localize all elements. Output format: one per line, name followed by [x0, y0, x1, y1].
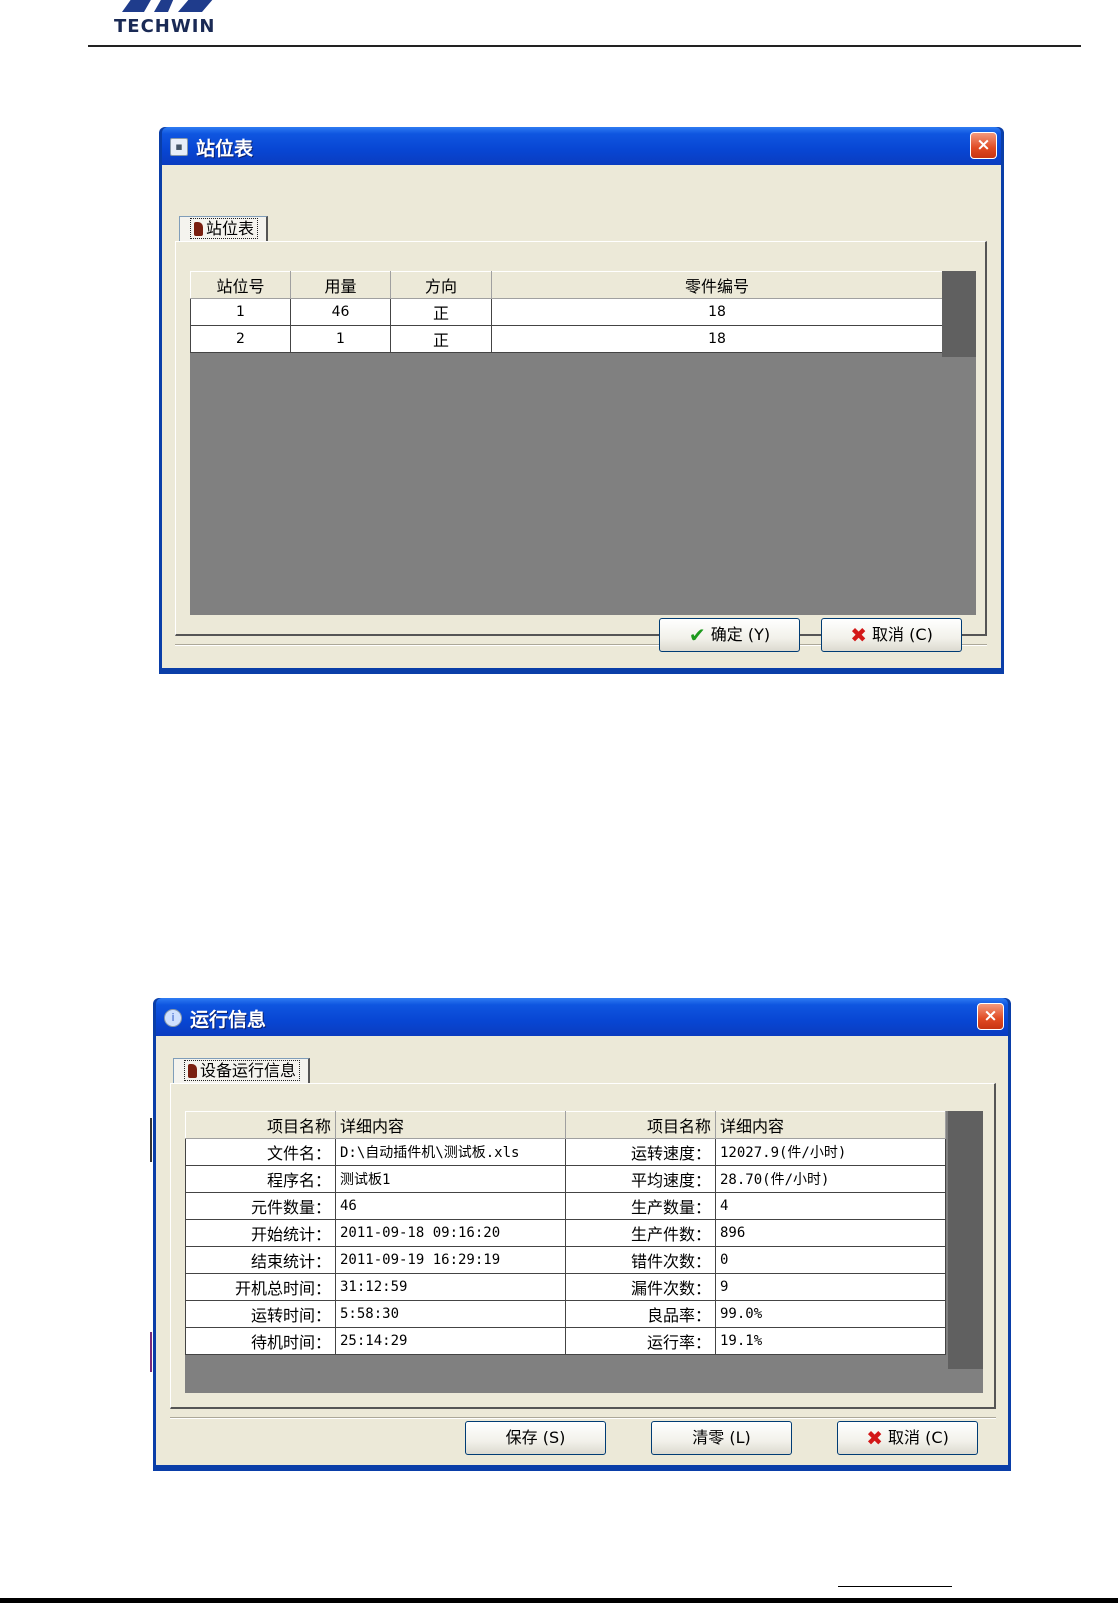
- cell-part-no[interactable]: 18: [491, 298, 943, 326]
- run-info-grid: 项目名称 详细内容 项目名称 详细内容 文件名： D:\自动插件机\测试板.xl…: [185, 1111, 983, 1393]
- table-row[interactable]: 文件名： D:\自动插件机\测试板.xls 运转速度： 12027.9(件/小时…: [185, 1138, 946, 1166]
- column-header[interactable]: 项目名称: [185, 1111, 336, 1139]
- clear-button[interactable]: 清零 (L): [651, 1421, 792, 1455]
- cell-label[interactable]: 生产数量：: [565, 1192, 716, 1220]
- table-row[interactable]: 结束统计： 2011-09-19 16:29:19 错件次数： 0: [185, 1246, 946, 1274]
- station-window-title: 站位表: [196, 138, 254, 160]
- techwin-logo: TECHWIN: [112, 0, 227, 40]
- cell-value[interactable]: 测试板1: [335, 1165, 566, 1193]
- tab-station[interactable]: 站位表: [179, 216, 269, 241]
- cell-usage[interactable]: 1: [290, 325, 391, 353]
- table-row[interactable]: 开机总时间： 31:12:59 漏件次数： 9: [185, 1273, 946, 1301]
- cell-value[interactable]: 9: [715, 1273, 946, 1301]
- run-info-window-title: 运行信息: [190, 1009, 267, 1031]
- grid-vscroll-shadow: [948, 1111, 983, 1369]
- cell-label[interactable]: 运行率：: [565, 1327, 716, 1355]
- cell-direction[interactable]: 正: [390, 298, 492, 326]
- column-header[interactable]: 站位号: [190, 271, 291, 299]
- save-button[interactable]: 保存 (S): [465, 1421, 606, 1455]
- table-row[interactable]: 元件数量： 46 生产数量： 4: [185, 1192, 946, 1220]
- cell-usage[interactable]: 46: [290, 298, 391, 326]
- column-header[interactable]: 详细内容: [715, 1111, 946, 1139]
- cell-value[interactable]: 99.0%: [715, 1300, 946, 1328]
- cell-label[interactable]: 程序名：: [185, 1165, 336, 1193]
- run-info-table: 项目名称 详细内容 项目名称 详细内容 文件名： D:\自动插件机\测试板.xl…: [185, 1111, 946, 1355]
- cell-value[interactable]: D:\自动插件机\测试板.xls: [335, 1138, 566, 1166]
- cell-value[interactable]: 46: [335, 1192, 566, 1220]
- side-mark: [150, 1332, 152, 1372]
- column-header[interactable]: 用量: [290, 271, 391, 299]
- close-button[interactable]: ×: [977, 1003, 1004, 1030]
- cell-value[interactable]: 28.70(件/小时): [715, 1165, 946, 1193]
- table-row[interactable]: 1 46 正 18: [190, 298, 943, 326]
- run-info-client: 设备运行信息 项目名称 详细内容 项目名称 详细内容 文件名： D:\自动插件机…: [156, 1036, 1008, 1465]
- cell-value[interactable]: 4: [715, 1192, 946, 1220]
- station-titlebar[interactable]: ▪ 站位表 ×: [162, 127, 1001, 165]
- tab-device-run-info[interactable]: 设备运行信息: [173, 1058, 311, 1083]
- cell-label[interactable]: 生产件数：: [565, 1219, 716, 1247]
- tab-icon: [188, 1064, 197, 1078]
- cell-label[interactable]: 文件名：: [185, 1138, 336, 1166]
- table-row[interactable]: 程序名： 测试板1 平均速度： 28.70(件/小时): [185, 1165, 946, 1193]
- cell-value[interactable]: 25:14:29: [335, 1327, 566, 1355]
- header-rule: [88, 45, 1081, 47]
- cell-label[interactable]: 漏件次数：: [565, 1273, 716, 1301]
- cell-label[interactable]: 元件数量：: [185, 1192, 336, 1220]
- run-info-titlebar[interactable]: i 运行信息 ×: [156, 998, 1008, 1036]
- logo-mark-icon: [122, 0, 213, 12]
- footer-rule: [0, 1598, 1118, 1603]
- cell-label[interactable]: 结束统计：: [185, 1246, 336, 1274]
- cell-label[interactable]: 错件次数：: [565, 1246, 716, 1274]
- station-table: 站位号 用量 方向 零件编号 1 46 正 18 2 1 正 18: [190, 271, 943, 353]
- cell-label[interactable]: 运转时间：: [185, 1300, 336, 1328]
- logo-text: TECHWIN: [114, 16, 216, 37]
- column-header[interactable]: 零件编号: [491, 271, 943, 299]
- separator: [170, 1417, 996, 1419]
- cell-value[interactable]: 19.1%: [715, 1327, 946, 1355]
- cell-label[interactable]: 运转速度：: [565, 1138, 716, 1166]
- check-icon: ✔: [688, 623, 706, 647]
- close-button[interactable]: ×: [970, 132, 997, 159]
- cancel-button[interactable]: ✖ 取消 (C): [837, 1421, 978, 1455]
- table-row[interactable]: 待机时间： 25:14:29 运行率： 19.1%: [185, 1327, 946, 1355]
- cell-value[interactable]: 2011-09-18 09:16:20: [335, 1219, 566, 1247]
- cell-value[interactable]: 896: [715, 1219, 946, 1247]
- cell-value[interactable]: 0: [715, 1246, 946, 1274]
- grid-vscroll-shadow: [942, 271, 976, 357]
- side-mark: [150, 1118, 152, 1162]
- cell-part-no[interactable]: 18: [491, 325, 943, 353]
- cell-station-no[interactable]: 2: [190, 325, 291, 353]
- station-window: ▪ 站位表 × 站位表 站位号 用量 方向 零件编号 1 46 正 18 2 1…: [159, 127, 1004, 674]
- cell-value[interactable]: 5:58:30: [335, 1300, 566, 1328]
- footer-short-rule: [838, 1586, 952, 1587]
- cell-value[interactable]: 31:12:59: [335, 1273, 566, 1301]
- tab-icon: [194, 222, 203, 236]
- column-header[interactable]: 项目名称: [565, 1111, 716, 1139]
- cell-value[interactable]: 12027.9(件/小时): [715, 1138, 946, 1166]
- cell-direction[interactable]: 正: [390, 325, 492, 353]
- info-icon: i: [164, 1009, 182, 1027]
- table-row[interactable]: 运转时间： 5:58:30 良品率： 99.0%: [185, 1300, 946, 1328]
- cell-label[interactable]: 开机总时间：: [185, 1273, 336, 1301]
- cell-label[interactable]: 平均速度：: [565, 1165, 716, 1193]
- cancel-button[interactable]: ✖ 取消 (C): [821, 618, 962, 652]
- table-row[interactable]: 2 1 正 18: [190, 325, 943, 353]
- table-row[interactable]: 开始统计： 2011-09-18 09:16:20 生产件数： 896: [185, 1219, 946, 1247]
- column-header[interactable]: 方向: [390, 271, 492, 299]
- station-grid: 站位号 用量 方向 零件编号 1 46 正 18 2 1 正 18: [190, 271, 976, 615]
- cell-label[interactable]: 开始统计：: [185, 1219, 336, 1247]
- ok-button[interactable]: ✔ 确定 (Y): [659, 618, 800, 652]
- cell-value[interactable]: 2011-09-19 16:29:19: [335, 1246, 566, 1274]
- window-icon: ▪: [170, 138, 188, 156]
- cell-label[interactable]: 良品率：: [565, 1300, 716, 1328]
- cell-label[interactable]: 待机时间：: [185, 1327, 336, 1355]
- station-client: 站位表 站位号 用量 方向 零件编号 1 46 正 18 2 1 正 18: [162, 165, 1001, 668]
- cross-icon: ✖: [850, 623, 867, 647]
- run-info-window: i 运行信息 × 设备运行信息 项目名称 详细内容 项目名称 详细内容 文件名：…: [153, 998, 1011, 1471]
- cell-station-no[interactable]: 1: [190, 298, 291, 326]
- column-header[interactable]: 详细内容: [335, 1111, 566, 1139]
- cross-icon: ✖: [866, 1426, 883, 1450]
